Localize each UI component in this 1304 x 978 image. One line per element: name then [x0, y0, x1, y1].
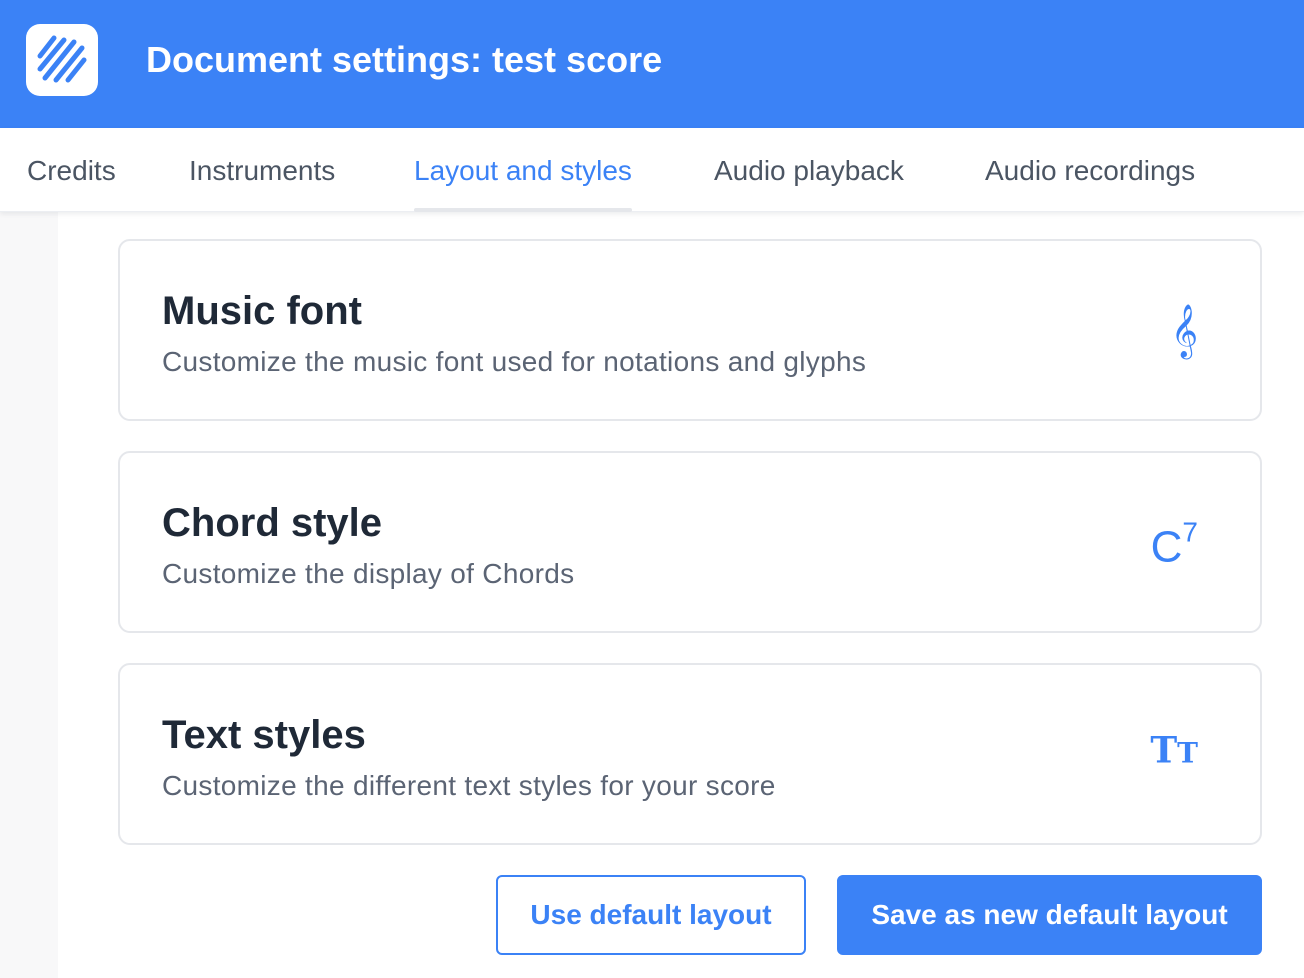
treble-clef-icon: 𝄞	[1170, 303, 1198, 357]
tab-audio-recordings[interactable]: Audio recordings	[985, 154, 1195, 212]
text-styles-card[interactable]: Text styles Customize the different text…	[118, 663, 1262, 845]
tab-credits[interactable]: Credits	[27, 154, 116, 212]
save-as-default-layout-button[interactable]: Save as new default layout	[837, 875, 1262, 955]
chord-c7-icon: C7	[1151, 512, 1198, 573]
page-title: Document settings: test score	[146, 39, 663, 80]
app-header: Document settings: test score	[0, 0, 1304, 128]
tab-instruments[interactable]: Instruments	[189, 154, 335, 212]
tab-layout-and-styles[interactable]: Layout and styles	[414, 154, 632, 212]
tab-audio-playback[interactable]: Audio playback	[714, 154, 904, 212]
card-title: Music font	[162, 289, 362, 333]
card-description: Customize the music font used for notati…	[162, 346, 867, 377]
settings-tabs: Credits Instruments Layout and styles Au…	[0, 128, 1304, 212]
text-icon-small-t: T	[1177, 736, 1198, 770]
chord-icon-base: C	[1150, 522, 1183, 572]
left-panel-strip	[0, 212, 58, 978]
stripes-logo-icon[interactable]	[26, 24, 98, 96]
card-title: Chord style	[162, 501, 383, 545]
card-description: Customize the display of Chords	[162, 558, 575, 589]
chord-icon-superscript: 7	[1182, 516, 1198, 548]
use-default-layout-button[interactable]: Use default layout	[496, 875, 806, 955]
chord-style-card[interactable]: Chord style Customize the display of Cho…	[118, 451, 1262, 633]
card-description: Customize the different text styles for …	[162, 770, 776, 801]
text-icon-large-t: T	[1150, 729, 1178, 772]
text-size-icon: TT	[1150, 726, 1198, 783]
music-font-card[interactable]: Music font Customize the music font used…	[118, 239, 1262, 421]
card-title: Text styles	[162, 713, 366, 757]
